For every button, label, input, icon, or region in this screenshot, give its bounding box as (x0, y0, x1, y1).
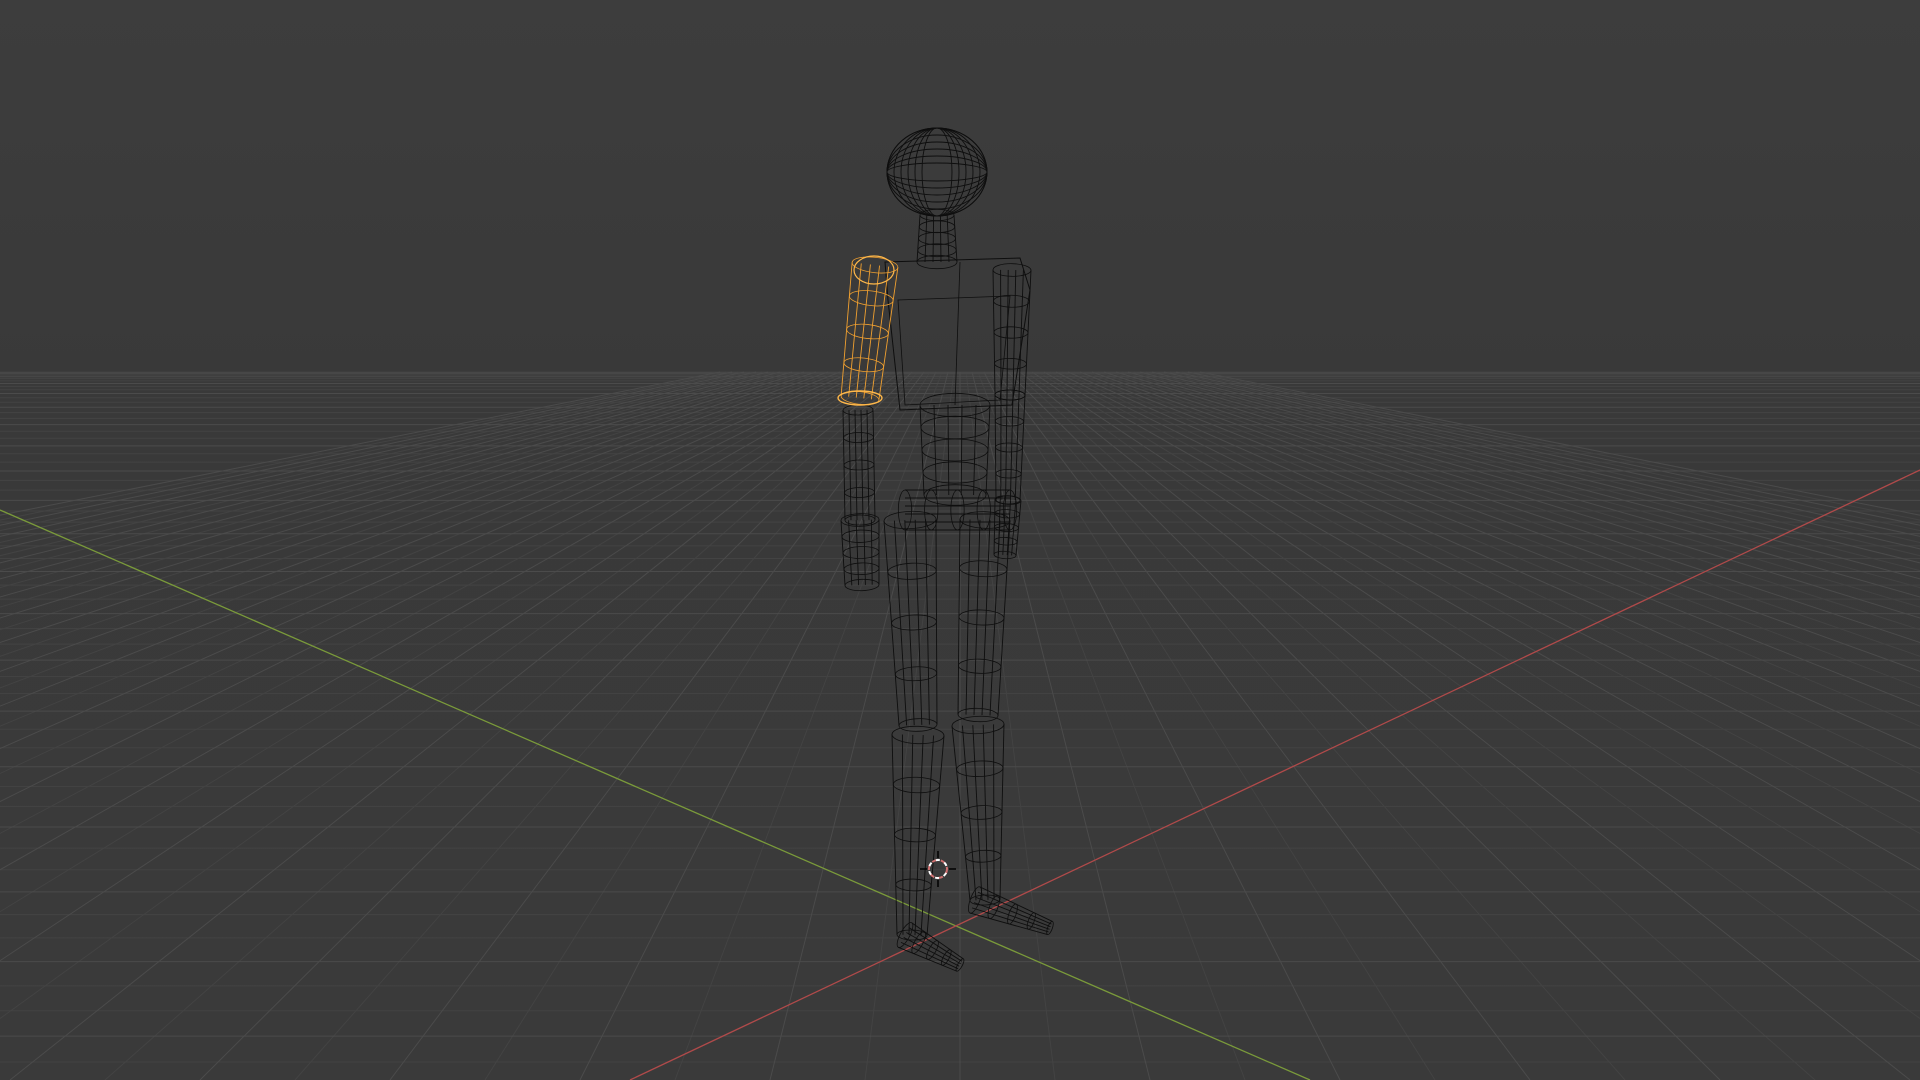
grid-line-v (0, 371, 823, 657)
grid-line-v (0, 371, 733, 526)
grid-line-v (0, 371, 865, 803)
grid-line-v (0, 371, 769, 564)
grid-line-v (0, 371, 817, 643)
grid-line-v (1139, 371, 1920, 580)
grid-line-v (0, 371, 781, 580)
right-foot-wire (968, 886, 1054, 936)
grid-line-v (0, 371, 751, 543)
grid-line-v (1151, 371, 1920, 564)
grid-line-v (1001, 371, 1626, 1080)
grid-line-v (1097, 371, 1920, 657)
grid-line-v (1007, 371, 1721, 1080)
grid-line-v (1019, 371, 1911, 1080)
grid-line-v (0, 371, 883, 913)
grid-line-v (1169, 371, 1920, 543)
grid-line-v (983, 371, 1341, 1080)
grid-line-v (674, 371, 943, 1080)
grid-line-v (1187, 371, 1920, 526)
grid-line-v (971, 371, 1151, 1080)
grid-line-v (1049, 371, 1920, 834)
grid-line-v (1073, 371, 1920, 727)
grid-line-v (1037, 371, 1920, 913)
grid-line-v (294, 371, 919, 1080)
left-thigh-wire (883, 510, 938, 732)
grid-line-v (864, 371, 955, 1080)
grid-line-v (0, 371, 775, 572)
grid-line-v (769, 371, 949, 1080)
x-axis-line (629, 469, 1920, 1080)
grid-line-v (0, 371, 895, 1020)
grid-line-v (0, 371, 787, 589)
grid-line-v (1067, 371, 1920, 750)
grid-line-v (0, 371, 847, 727)
grid-line-v (0, 371, 889, 962)
grid-line-v (199, 371, 913, 1080)
grid-line-v (1193, 371, 1920, 521)
grid-line-v (1127, 371, 1920, 598)
grid-line-v (0, 371, 805, 619)
grid-line-v (0, 371, 739, 532)
grid-line-v (0, 371, 829, 672)
grid-line-v (1055, 371, 1920, 803)
grid-line-v (0, 371, 871, 834)
grid-line-v (1031, 371, 1920, 962)
grid-line-v (0, 371, 727, 521)
grid-line-v (1091, 371, 1920, 672)
grid-line-v (0, 371, 859, 775)
grid-line-v (995, 371, 1531, 1080)
grid-line-v (579, 371, 937, 1080)
y-axis-line (0, 509, 1311, 1080)
grid-line-v (0, 371, 745, 537)
head-wire (886, 127, 988, 217)
left-foot-wire (896, 922, 965, 972)
grid-line-v (1145, 371, 1920, 572)
grid-line-v (1133, 371, 1920, 589)
right-upper-arm-wire (992, 263, 1032, 401)
grid-line-v (1181, 371, 1920, 532)
grid-line-v (977, 371, 1246, 1080)
grid-line-v (0, 371, 793, 598)
grid-line-v (1175, 371, 1920, 537)
abdomen-wire (919, 392, 991, 506)
grid-line-v (1103, 371, 1920, 643)
3d-viewport[interactable] (0, 0, 1920, 1080)
floor-grid-major (0, 371, 1920, 1080)
left-shin-wire (891, 725, 945, 941)
grid-line-v (0, 371, 853, 750)
grid-line-v (1025, 371, 1920, 1020)
viewport-scene[interactable] (0, 0, 1920, 1080)
grid-line-v (1115, 371, 1920, 619)
left-forearm-wire (842, 404, 876, 526)
grid-line-v (9, 371, 901, 1080)
grid-line-v (1061, 371, 1920, 775)
mannequin-body-wireframe[interactable] (840, 127, 1055, 972)
3d-cursor-icon[interactable] (920, 851, 956, 887)
right-thigh-wire (957, 511, 1011, 723)
